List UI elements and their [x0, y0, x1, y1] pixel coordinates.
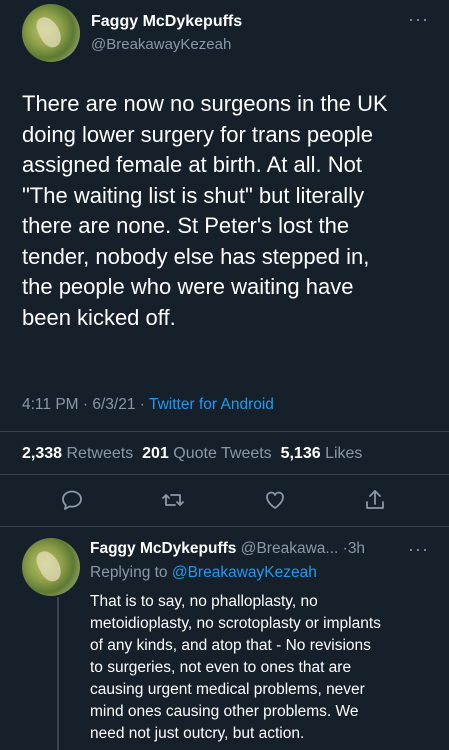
source-link[interactable]: Twitter for Android — [149, 396, 274, 413]
reply-text-line: to surgeries, not even to ones that are — [90, 659, 352, 676]
tweet-meta: 4:11 PM · 6/3/21 · Twitter for Android — [22, 396, 274, 414]
meta-separator: · — [82, 396, 89, 413]
share-icon[interactable] — [363, 488, 389, 514]
user-handle[interactable]: @BreakawayKezeah — [91, 36, 231, 53]
display-name[interactable]: Faggy McDykepuffs — [91, 13, 242, 31]
meta-separator: · — [139, 396, 145, 413]
tweet-text-line: assigned female at birth. At all. Not — [22, 152, 362, 177]
tweet-text-line: the people who were waiting have — [22, 274, 354, 299]
quotes-count: 201 — [142, 445, 169, 462]
reply-more-options-icon[interactable]: ··· — [408, 540, 429, 558]
replying-to-mention[interactable]: @BreakawayKezeah — [172, 564, 317, 581]
reply-display-name[interactable]: Faggy McDykepuffs — [90, 540, 236, 557]
quotes-stat[interactable]: 201 Quote Tweets — [142, 445, 272, 462]
retweets-stat[interactable]: 2,338 Retweets — [22, 445, 133, 462]
action-bar — [0, 488, 449, 518]
engagement-stats: 2,338 Retweets 201 Quote Tweets 5,136 Li… — [22, 445, 362, 463]
tweet-time: 4:11 PM — [22, 396, 79, 413]
avatar[interactable] — [22, 4, 80, 62]
retweets-label: Retweets — [66, 445, 134, 462]
reply-text-line: of any kinds, and atop that - No revisio… — [90, 637, 371, 654]
tweet-text-line: There are now no surgeons in the UK — [22, 91, 388, 116]
divider — [0, 474, 449, 475]
reply-text-line: causing urgent medical problems, never — [90, 681, 365, 698]
likes-count: 5,136 — [280, 445, 321, 462]
tweet-text: There are now no surgeons in the UK doin… — [22, 89, 432, 333]
reply-header: Faggy McDykepuffs @Breakawa... ·3h — [90, 540, 365, 558]
reply-text: That is to say, no phalloplasty, no meto… — [90, 591, 435, 745]
replying-to-label: Replying to — [90, 564, 168, 581]
reply-icon[interactable] — [60, 488, 86, 514]
more-options-icon[interactable]: ··· — [408, 10, 429, 28]
reply-text-line: need not just outcry, but action. — [90, 725, 305, 742]
replying-to: Replying to @BreakawayKezeah — [90, 564, 317, 582]
thread-line — [57, 597, 59, 750]
tweet-text-line: "The waiting list is shut" but literally — [22, 182, 365, 208]
reply-text-line: metoidioplasty, no scrotoplasty or impla… — [90, 615, 381, 632]
tweet-text-line: there are none. St Peter's lost the — [22, 213, 350, 238]
reply-text-line: That is to say, no phalloplasty, no — [90, 593, 318, 610]
likes-label: Likes — [325, 445, 363, 462]
divider — [0, 526, 449, 527]
retweet-icon[interactable] — [161, 488, 187, 514]
reply-avatar[interactable] — [22, 538, 80, 596]
retweets-count: 2,338 — [22, 445, 63, 462]
divider — [0, 431, 449, 432]
reply-text-line: mind ones causing other problems. We — [90, 703, 359, 720]
reply-time[interactable]: 3h — [348, 540, 365, 557]
quotes-label: Quote Tweets — [173, 445, 272, 462]
tweet-date: 6/3/21 — [92, 396, 136, 413]
likes-stat[interactable]: 5,136 Likes — [281, 445, 363, 462]
tweet-text-line: been kicked off. — [22, 304, 176, 330]
tweet-text-line: doing lower surgery for trans people — [22, 121, 373, 147]
tweet-text-line: tender, nobody else has stepped in, — [22, 243, 370, 269]
like-icon[interactable] — [263, 488, 289, 514]
reply-handle[interactable]: @Breakawa... — [241, 540, 339, 557]
